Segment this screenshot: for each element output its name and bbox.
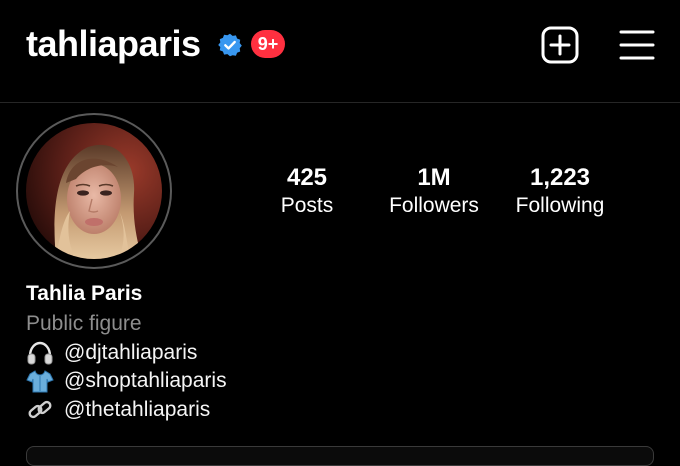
- hamburger-menu-icon[interactable]: [619, 28, 655, 62]
- headphones-icon: [27, 341, 53, 365]
- posts-count: 425: [286, 164, 328, 191]
- posts-stat[interactable]: 425 Posts: [247, 162, 367, 220]
- bio-mention-thetahliaparis[interactable]: @thetahliaparis: [64, 396, 210, 424]
- notification-badge[interactable]: 9+: [251, 30, 285, 58]
- avatar-photo: [26, 123, 162, 259]
- bio-mention-shoptahliaparis[interactable]: @shoptahliaparis: [64, 367, 227, 395]
- display-name: Tahlia Paris: [26, 282, 143, 305]
- bio-line-dj: @djtahliaparis: [26, 339, 197, 367]
- bio-line-link: @thetahliaparis: [26, 396, 210, 424]
- profile-action-button[interactable]: [26, 446, 654, 466]
- link-icon: [28, 400, 52, 419]
- bio-line-shop: @shoptahliaparis: [26, 367, 227, 395]
- followers-count: 1M: [417, 164, 451, 191]
- shirt-icon: [26, 370, 54, 393]
- plus-square-icon[interactable]: [541, 26, 579, 64]
- following-stat[interactable]: 1,223 Following: [500, 162, 620, 220]
- top-bar: tahliaparis 9+: [0, 0, 680, 103]
- posts-label: Posts: [280, 194, 334, 217]
- followers-label: Followers: [389, 194, 479, 217]
- profile-username[interactable]: tahliaparis: [26, 22, 201, 66]
- following-label: Following: [515, 194, 605, 217]
- bio-mention-djtahliaparis[interactable]: @djtahliaparis: [64, 339, 197, 367]
- profile-category: Public figure: [26, 312, 142, 335]
- followers-stat[interactable]: 1M Followers: [374, 162, 494, 220]
- following-count: 1,223: [529, 164, 591, 191]
- profile-avatar[interactable]: [16, 113, 172, 269]
- verified-badge-icon: [218, 33, 242, 57]
